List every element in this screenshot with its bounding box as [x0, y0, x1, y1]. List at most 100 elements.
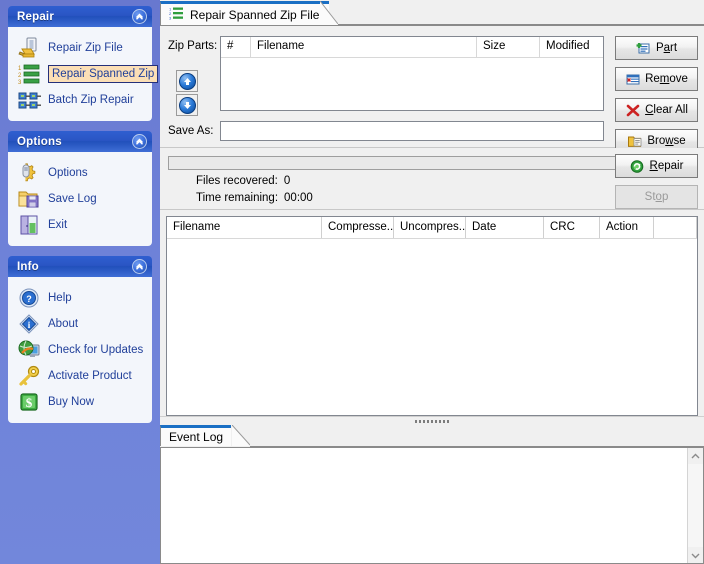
- sidebar-item-exit[interactable]: Exit: [12, 212, 148, 238]
- sidebar-panel-options: Options Options Save Log Exit: [8, 131, 152, 246]
- repair-button[interactable]: Repair: [615, 154, 698, 178]
- red-x-icon: [625, 103, 640, 117]
- sidebar-panel-info: Info ? Help i About Check for Updates Ac…: [8, 256, 152, 423]
- scrollbar-track[interactable]: [688, 464, 703, 547]
- event-log-textarea[interactable]: [161, 448, 687, 563]
- files-recovered-value: 0: [283, 175, 291, 187]
- results-col-compressed[interactable]: Compresse...: [322, 217, 394, 238]
- event-log-tab-slant-edge: [232, 425, 250, 446]
- repair-button-label: Repair: [649, 160, 684, 172]
- sidebar-panel-body-info: ? Help i About Check for Updates Activat…: [8, 277, 152, 423]
- results-header-row: Filename Compresse... Uncompres... Date …: [167, 217, 697, 239]
- key-icon: [18, 365, 42, 387]
- zip-parts-reorder-buttons: [176, 70, 200, 118]
- event-log-scrollbar[interactable]: [687, 448, 703, 563]
- chevron-up-circle-icon[interactable]: [132, 134, 147, 149]
- exit-door-icon: [18, 214, 42, 236]
- move-part-down-button[interactable]: [176, 94, 198, 116]
- globe-monitor-icon: [18, 339, 42, 361]
- sidebar-panel-header-repair[interactable]: Repair: [8, 6, 152, 27]
- sidebar-item-label: Check for Updates: [48, 344, 144, 356]
- svg-text:$: $: [26, 395, 33, 410]
- sidebar-item-about[interactable]: i About: [12, 311, 148, 337]
- sidebar-item-help[interactable]: ? Help: [12, 285, 148, 311]
- results-col-uncompressed[interactable]: Uncompres...: [394, 217, 466, 238]
- tab-page-repair-spanned-zip: Zip Parts: # Filename Size Modified Save…: [160, 25, 704, 564]
- main-tabstrip: 1 2 3 Repair Spanned Zip File: [160, 0, 704, 25]
- results-col-filler: [654, 217, 697, 238]
- results-col-date[interactable]: Date: [466, 217, 544, 238]
- arrow-down-circle-icon: [178, 96, 196, 114]
- zip-parts-col-number[interactable]: #: [221, 37, 251, 57]
- zip-parts-col-modified[interactable]: Modified: [540, 37, 603, 57]
- results-col-action[interactable]: Action: [600, 217, 654, 238]
- chevron-up-circle-icon[interactable]: [132, 259, 147, 274]
- svg-text:3: 3: [169, 16, 172, 20]
- svg-text:3: 3: [18, 80, 22, 85]
- zip-parts-header-row: # Filename Size Modified: [221, 37, 603, 58]
- tab-repair-spanned-zip-file[interactable]: 1 2 3 Repair Spanned Zip File: [160, 1, 330, 25]
- sidebar-item-batch-zip-repair[interactable]: Batch Zip Repair: [12, 87, 148, 113]
- remove-button[interactable]: Remove: [615, 67, 698, 91]
- move-part-up-button[interactable]: [176, 70, 198, 92]
- batch-zip-repair-icon: [18, 89, 42, 111]
- remove-button-label: Remove: [645, 73, 688, 85]
- sidebar-item-label: Repair Zip File: [48, 42, 123, 54]
- scroll-down-arrow-icon[interactable]: [688, 547, 703, 563]
- sidebar-item-buy-now[interactable]: $ Buy Now: [12, 389, 148, 415]
- sidebar-item-activate-product[interactable]: Activate Product: [12, 363, 148, 389]
- zip-parts-action-buttons: Part Remove Clear All Browse: [615, 36, 698, 160]
- sidebar-item-repair-zip-file[interactable]: Repair Zip File: [12, 35, 148, 61]
- time-remaining-label: Time remaining:: [196, 192, 279, 204]
- ordered-list-icon: 1 2 3: [169, 6, 184, 23]
- sidebar-item-save-log[interactable]: Save Log: [12, 186, 148, 212]
- event-log-tabstrip: Event Log: [160, 425, 704, 447]
- save-floppy-folder-icon: [18, 188, 42, 210]
- main-content: 1 2 3 Repair Spanned Zip File Zip Parts:…: [160, 0, 704, 564]
- time-remaining-value: 00:00: [284, 192, 313, 204]
- zip-parts-col-filename[interactable]: Filename: [251, 37, 477, 57]
- sidebar-panel-title: Info: [17, 260, 39, 273]
- results-listview[interactable]: Filename Compresse... Uncompres... Date …: [166, 216, 698, 416]
- info-icon: i: [18, 313, 42, 335]
- zip-parts-col-size[interactable]: Size: [477, 37, 540, 57]
- chevron-up-circle-icon[interactable]: [132, 9, 147, 24]
- save-as-label: Save As:: [168, 125, 214, 137]
- sidebar-item-label: Buy Now: [48, 396, 95, 408]
- svg-text:2: 2: [18, 73, 22, 79]
- save-as-input[interactable]: [220, 121, 604, 141]
- help-question-icon: ?: [18, 287, 42, 309]
- zip-parts-listview[interactable]: # Filename Size Modified: [220, 36, 604, 111]
- sidebar-panel-repair: Repair Repair Zip File 1 2 3 Repair Span…: [8, 6, 159, 121]
- sidebar-item-check-for-updates[interactable]: Check for Updates: [12, 337, 148, 363]
- sidebar-panel-header-info[interactable]: Info: [8, 256, 152, 277]
- sidebar-item-label: About: [48, 318, 79, 330]
- repair-zip-file-icon: [18, 37, 42, 59]
- folder-browse-icon: [627, 134, 642, 148]
- add-part-icon: [636, 41, 651, 55]
- tab-label: Repair Spanned Zip File: [190, 7, 320, 22]
- log-splitter[interactable]: [160, 416, 704, 425]
- sidebar-item-label: Batch Zip Repair: [48, 94, 134, 106]
- stop-button-label: Stop: [644, 191, 669, 203]
- sidebar-item-options[interactable]: Options: [12, 160, 148, 186]
- sidebar-panel-title: Repair: [17, 10, 54, 23]
- part-button-label: Part: [655, 42, 678, 54]
- sidebar-item-repair-spanned-zip[interactable]: 1 2 3 Repair Spanned Zip: [12, 61, 159, 87]
- sidebar-item-label: Help: [48, 292, 72, 304]
- results-col-crc[interactable]: CRC: [544, 217, 600, 238]
- results-col-filename[interactable]: Filename: [167, 217, 322, 238]
- progress-group: Files recovered: 0 Time remaining: 00:00: [160, 148, 704, 210]
- event-log-pane: Event Log: [160, 425, 704, 564]
- splitter-grip-icon: [415, 419, 449, 423]
- svg-text:?: ?: [26, 294, 32, 304]
- arrow-up-circle-icon: [178, 72, 196, 90]
- tab-event-log[interactable]: Event Log: [160, 425, 232, 446]
- part-button[interactable]: Part: [615, 36, 698, 60]
- clear-all-button[interactable]: Clear All: [615, 98, 698, 122]
- application-window: Repair Repair Zip File 1 2 3 Repair Span…: [0, 0, 704, 564]
- sidebar-panel-header-options[interactable]: Options: [8, 131, 152, 152]
- sidebar-panel-body-options: Options Save Log Exit: [8, 152, 152, 246]
- dollar-icon: $: [18, 391, 42, 413]
- scroll-up-arrow-icon[interactable]: [688, 448, 703, 464]
